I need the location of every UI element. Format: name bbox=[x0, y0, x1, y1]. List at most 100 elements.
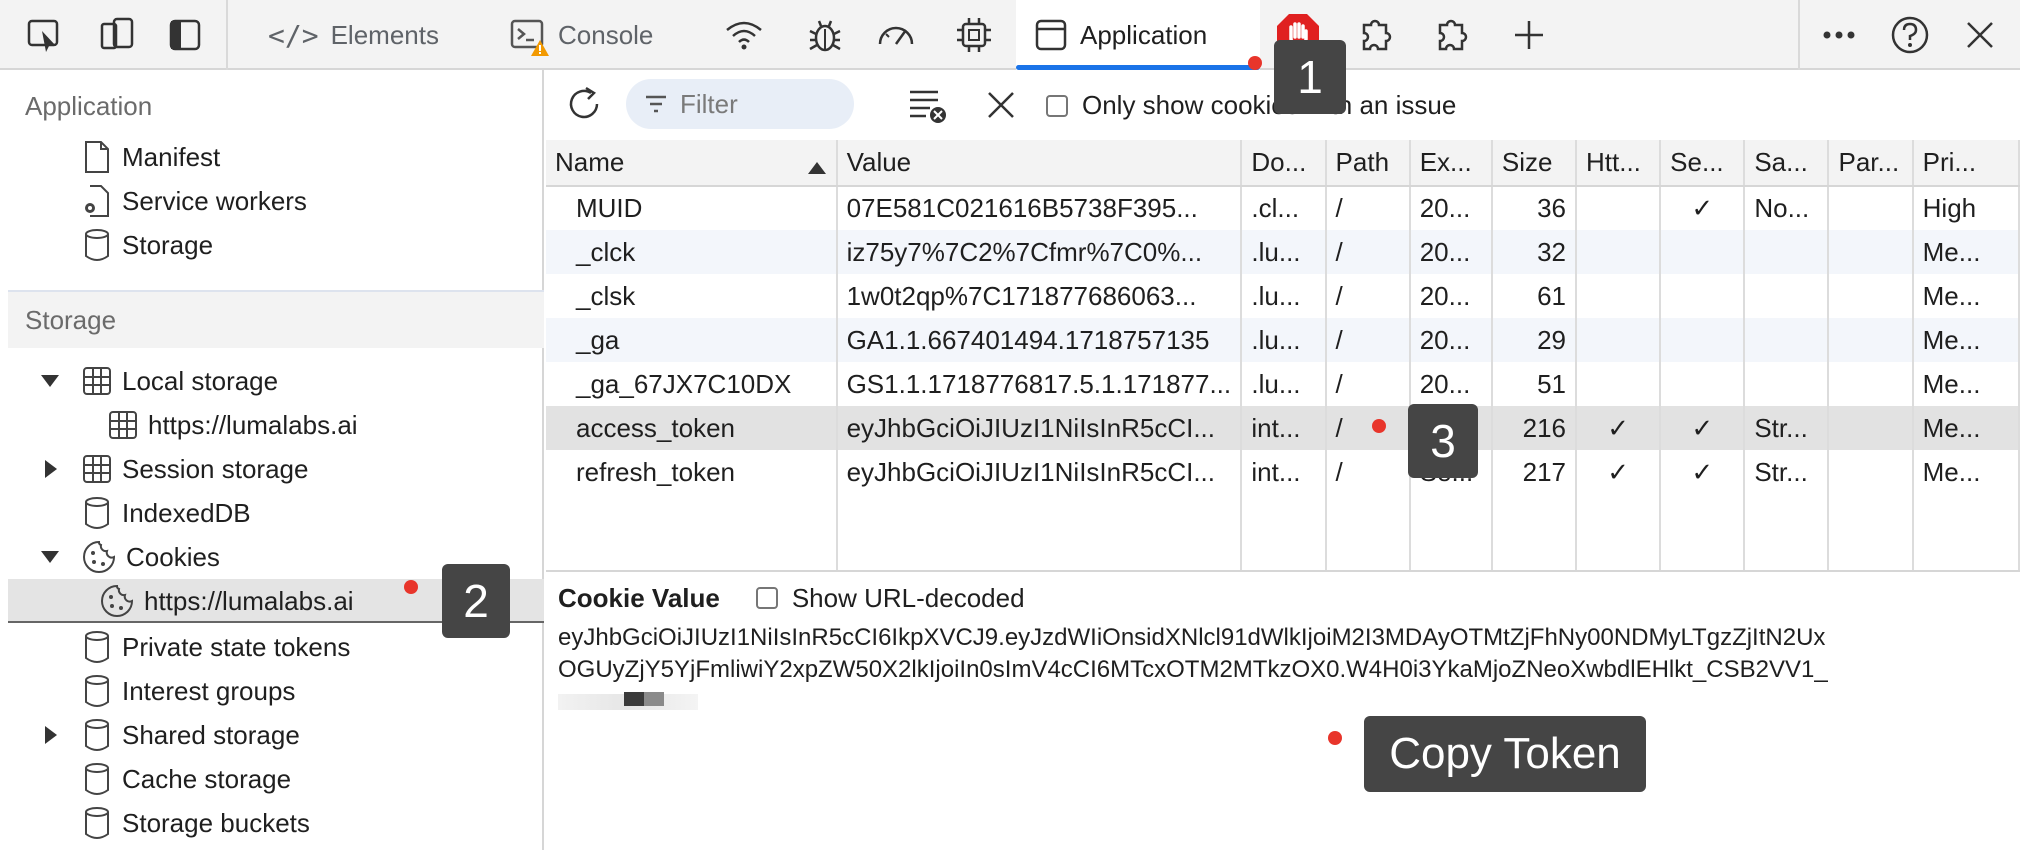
sidebar-item-cache-storage[interactable]: Cache storage bbox=[8, 757, 544, 801]
table-cell[interactable]: ✓ bbox=[1576, 450, 1662, 494]
tab-console[interactable]: Console bbox=[510, 0, 653, 70]
table-cell[interactable]: No... bbox=[1744, 186, 1830, 230]
column-header[interactable]: Do... bbox=[1241, 140, 1327, 187]
column-header[interactable]: Size bbox=[1491, 140, 1578, 187]
table-cell[interactable]: ✓ bbox=[1660, 450, 1746, 494]
tab-application[interactable]: Application bbox=[1016, 0, 1260, 70]
table-cell[interactable]: / bbox=[1325, 186, 1411, 230]
table-cell[interactable]: / bbox=[1325, 450, 1411, 494]
checkbox-icon[interactable] bbox=[1046, 94, 1068, 117]
column-header[interactable]: Htt... bbox=[1576, 140, 1662, 187]
table-cell[interactable] bbox=[1828, 450, 1914, 494]
column-header[interactable]: Name bbox=[546, 140, 838, 187]
column-header[interactable]: Pri... bbox=[1912, 140, 2020, 187]
table-cell[interactable]: Me... bbox=[1912, 274, 2020, 318]
table-cell[interactable]: _clsk bbox=[546, 274, 838, 318]
chevron-right-icon[interactable] bbox=[44, 459, 58, 479]
table-cell[interactable] bbox=[1576, 318, 1662, 362]
more-options-icon[interactable] bbox=[1822, 0, 1856, 70]
table-cell[interactable]: int... bbox=[1241, 450, 1327, 494]
table-cell[interactable]: 32 bbox=[1491, 230, 1578, 274]
table-cell[interactable]: iz75y7%7C2%7Cfmr%7C0%... bbox=[836, 230, 1243, 274]
column-header[interactable]: Par... bbox=[1828, 140, 1914, 187]
extension-icon-2[interactable] bbox=[1432, 0, 1472, 70]
table-cell[interactable] bbox=[1828, 230, 1914, 274]
sidebar-item-shared-storage[interactable]: Shared storage bbox=[8, 713, 544, 757]
table-cell[interactable] bbox=[1576, 362, 1662, 406]
performance-icon[interactable] bbox=[876, 0, 916, 70]
table-cell[interactable]: Me... bbox=[1912, 450, 2020, 494]
table-cell[interactable] bbox=[1660, 274, 1746, 318]
table-cell[interactable]: 61 bbox=[1491, 274, 1578, 318]
table-row[interactable] bbox=[546, 494, 2020, 538]
table-cell[interactable]: Me... bbox=[1912, 230, 2020, 274]
cookie-value-text[interactable]: eyJhbGciOiJIUzI1NiIsInR5cCI6IkpXVCJ9.eyJ… bbox=[558, 622, 2020, 716]
table-cell[interactable]: 1w0t2qp%7C171877686063... bbox=[836, 274, 1243, 318]
extension-icon[interactable] bbox=[1356, 0, 1396, 70]
filter-input[interactable]: Filter bbox=[626, 79, 854, 129]
column-header[interactable]: Path bbox=[1325, 140, 1411, 187]
table-cell[interactable]: / bbox=[1325, 274, 1411, 318]
close-icon[interactable] bbox=[1964, 0, 1996, 70]
column-header[interactable]: Sa... bbox=[1744, 140, 1830, 187]
table-cell[interactable]: _clck bbox=[546, 230, 838, 274]
wifi-icon[interactable] bbox=[724, 0, 764, 70]
table-cell[interactable]: GS1.1.1718776817.5.1.171877... bbox=[836, 362, 1243, 406]
table-row[interactable]: MUID 07E581C021616B5738F395... .cl.../20..… bbox=[546, 186, 2020, 230]
table-cell[interactable]: Me... bbox=[1912, 362, 2020, 406]
table-cell[interactable]: 36 bbox=[1491, 186, 1578, 230]
table-cell[interactable]: .lu... bbox=[1241, 362, 1327, 406]
device-toolbar-icon[interactable] bbox=[98, 0, 136, 70]
table-cell[interactable]: access_token bbox=[546, 406, 838, 450]
add-tab-icon[interactable] bbox=[1512, 0, 1546, 70]
table-cell[interactable]: / bbox=[1325, 230, 1411, 274]
table-row[interactable]: access_token eyJhbGciOiJIUzI1NiIsInR5cCI.… bbox=[546, 406, 2020, 450]
table-cell[interactable]: 20... bbox=[1409, 274, 1493, 318]
dock-side-icon[interactable] bbox=[168, 0, 202, 70]
table-cell[interactable]: ✓ bbox=[1576, 406, 1662, 450]
table-cell[interactable] bbox=[1576, 186, 1662, 230]
column-header[interactable]: Ex... bbox=[1409, 140, 1493, 187]
table-cell[interactable]: .lu... bbox=[1241, 230, 1327, 274]
table-cell[interactable] bbox=[1828, 406, 1914, 450]
table-cell[interactable]: eyJhbGciOiJIUzI1NiIsInR5cCI... bbox=[836, 450, 1243, 494]
show-url-decoded-checkbox[interactable] bbox=[755, 587, 778, 609]
table-cell[interactable]: ✓ bbox=[1660, 406, 1746, 450]
sidebar-item-interest-groups[interactable]: Interest groups bbox=[8, 669, 544, 713]
refresh-icon[interactable] bbox=[564, 84, 604, 129]
table-cell[interactable] bbox=[1744, 274, 1830, 318]
table-row[interactable]: _clck iz75y7%7C2%7Cfmr%7C0%... .lu.../20..… bbox=[546, 230, 2020, 274]
table-cell[interactable]: Str... bbox=[1744, 450, 1830, 494]
table-cell[interactable]: 20... bbox=[1409, 362, 1493, 406]
table-cell[interactable]: .lu... bbox=[1241, 274, 1327, 318]
sidebar-item-service-workers[interactable]: Service workers bbox=[8, 179, 544, 223]
table-row[interactable]: _ga_67JX7C10DX GS1.1.1718776817.5.1.17187… bbox=[546, 362, 2020, 406]
inspect-element-icon[interactable] bbox=[26, 0, 64, 70]
sidebar-item-storage-buckets[interactable]: Storage buckets bbox=[8, 801, 544, 845]
table-cell[interactable] bbox=[1660, 230, 1746, 274]
table-cell[interactable]: / bbox=[1325, 406, 1411, 450]
clear-filtered-icon[interactable] bbox=[908, 88, 948, 129]
table-cell[interactable] bbox=[1660, 318, 1746, 362]
table-cell[interactable] bbox=[1576, 230, 1662, 274]
table-cell[interactable]: 216 bbox=[1491, 406, 1578, 450]
table-cell[interactable]: High bbox=[1912, 186, 2020, 230]
table-cell[interactable] bbox=[1576, 274, 1662, 318]
table-cell[interactable]: 20... bbox=[1409, 186, 1493, 230]
table-cell[interactable]: Me... bbox=[1912, 318, 2020, 362]
table-cell[interactable] bbox=[1828, 318, 1914, 362]
sidebar-item-session-storage[interactable]: Session storage bbox=[8, 447, 544, 491]
table-cell[interactable]: ✓ bbox=[1660, 186, 1746, 230]
table-cell[interactable]: 20... bbox=[1409, 318, 1493, 362]
table-cell[interactable]: .lu... bbox=[1241, 318, 1327, 362]
sidebar-item-manifest[interactable]: Manifest bbox=[8, 135, 544, 179]
table-cell[interactable] bbox=[1744, 362, 1830, 406]
clear-all-icon[interactable] bbox=[986, 90, 1016, 125]
sidebar-item-storage[interactable]: Storage bbox=[8, 223, 544, 267]
table-cell[interactable]: .cl... bbox=[1241, 186, 1327, 230]
table-cell[interactable]: refresh_token bbox=[546, 450, 838, 494]
table-cell[interactable]: / bbox=[1325, 318, 1411, 362]
sidebar-item-indexeddb[interactable]: IndexedDB bbox=[8, 491, 544, 535]
table-cell[interactable]: 20... bbox=[1409, 230, 1493, 274]
table-cell[interactable]: eyJhbGciOiJIUzI1NiIsInR5cCI... bbox=[836, 406, 1243, 450]
